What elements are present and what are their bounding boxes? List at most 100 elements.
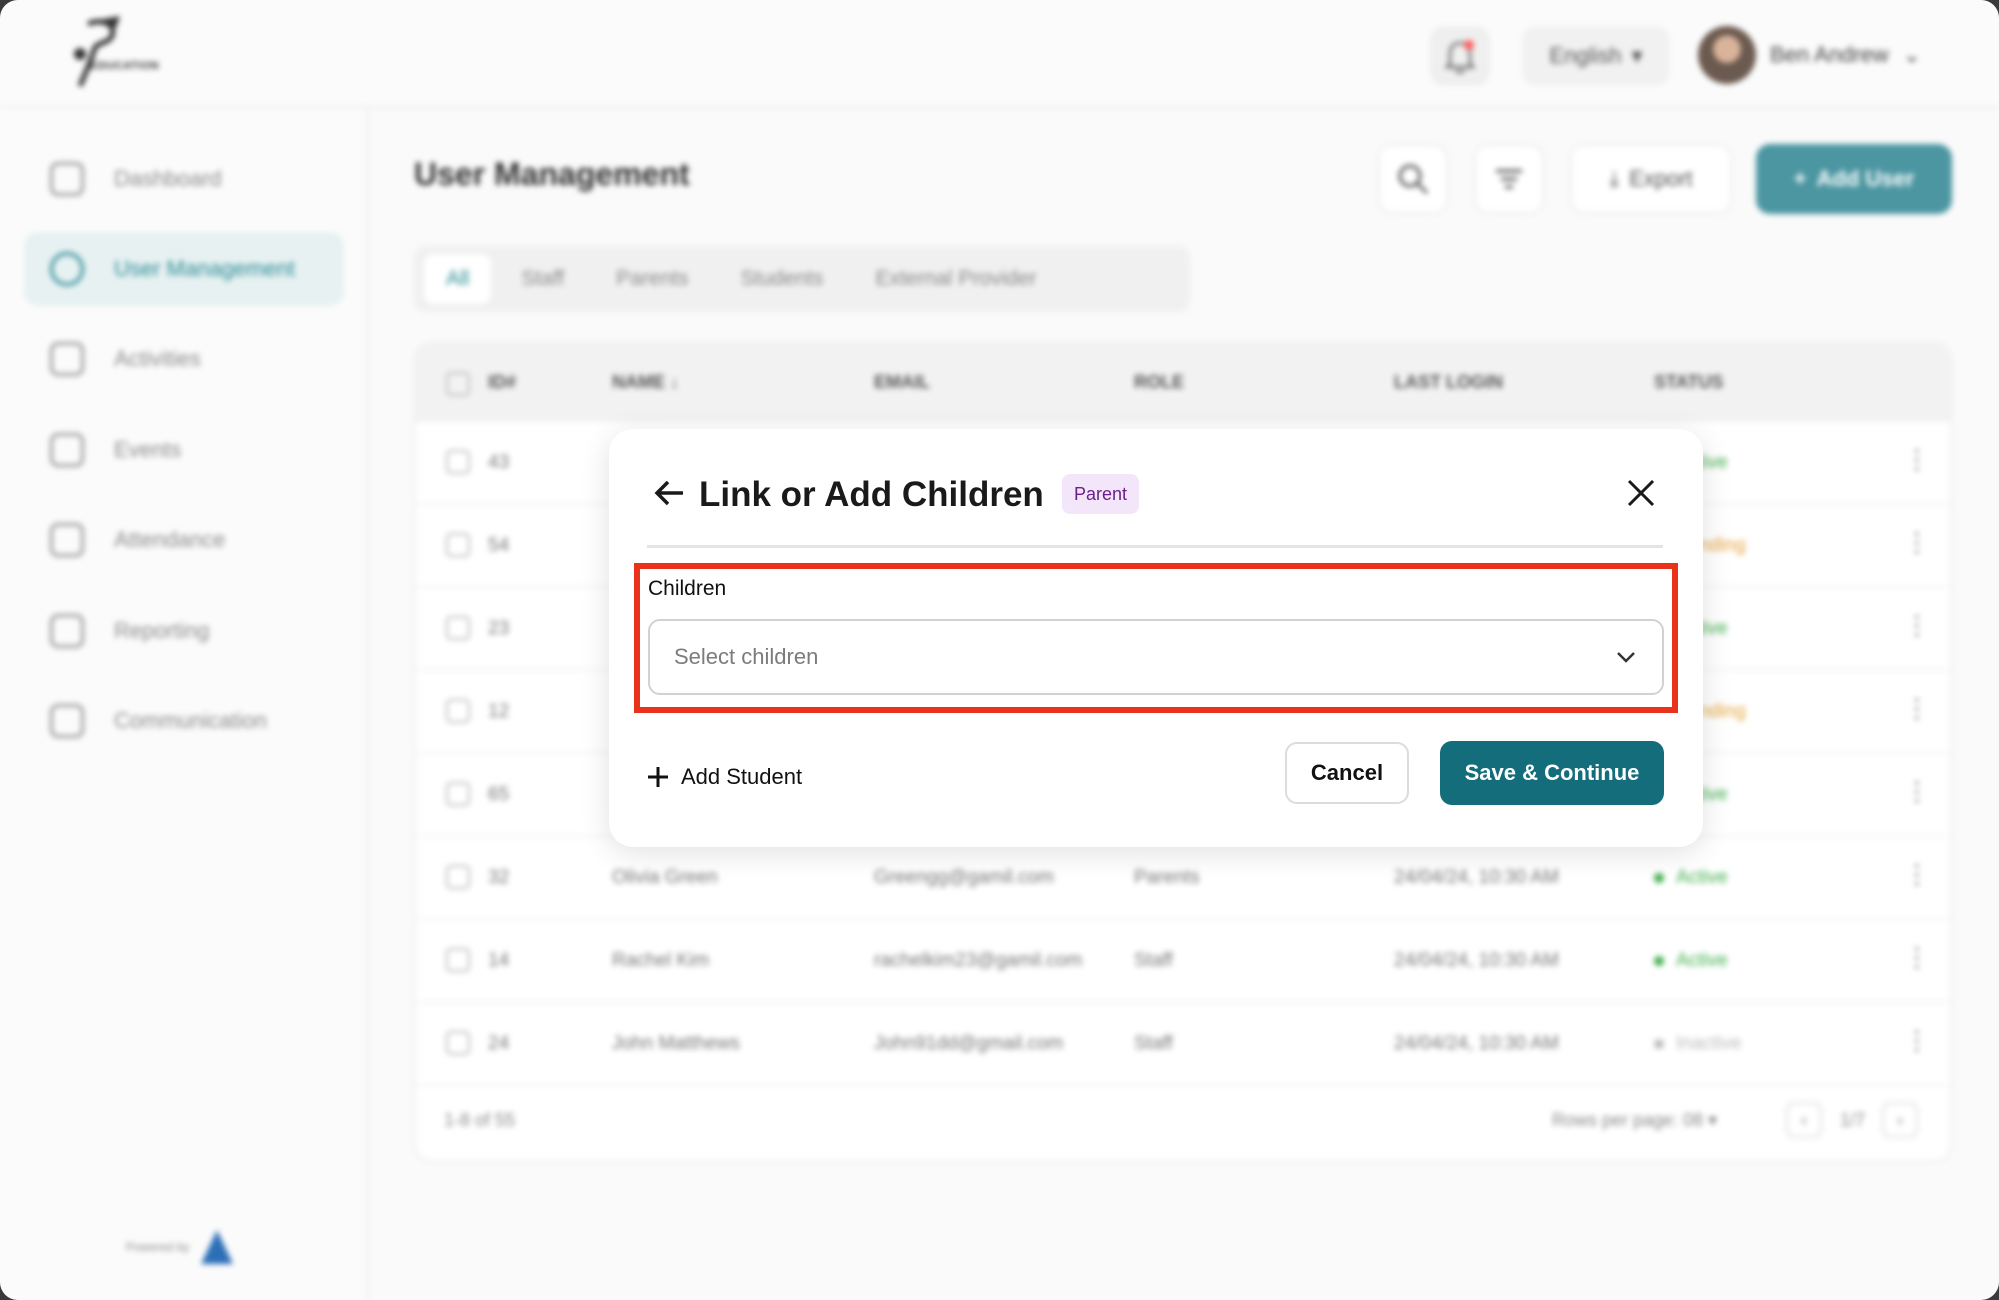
cell-id: 14 — [488, 950, 510, 971]
role-badge: Parent — [1062, 474, 1140, 514]
row-checkbox[interactable] — [446, 1031, 470, 1055]
export-label: Export — [1629, 166, 1693, 191]
sidebar-item-label: Events — [114, 437, 182, 462]
row-actions-icon[interactable]: ⋮ — [1904, 1025, 1930, 1056]
add-user-label: Add User — [1816, 166, 1915, 191]
search-button[interactable] — [1378, 144, 1448, 214]
row-actions-icon[interactable]: ⋮ — [1904, 693, 1930, 724]
column-header-status: STATUS — [1654, 372, 1724, 392]
bar-chart-icon — [50, 614, 84, 648]
rows-per-page-select[interactable]: Rows per page: 08 ▾ — [1552, 1110, 1717, 1131]
role-tabs: All Staff Parents Students External Prov… — [414, 246, 1190, 312]
sidebar-item-user-management[interactable]: User Management — [24, 232, 344, 306]
column-header-name[interactable]: NAME ↓ — [612, 372, 679, 393]
sidebar-item-label: Activities — [114, 346, 201, 371]
cancel-button[interactable]: Cancel — [1285, 742, 1409, 804]
user-menu[interactable]: Ben Andrew ⌄ — [1698, 24, 1921, 86]
cell-name: Olivia Green — [612, 867, 718, 888]
row-checkbox[interactable] — [446, 616, 470, 640]
sidebar-item-reporting[interactable]: Reporting — [24, 594, 344, 668]
sidebar-item-dashboard[interactable]: Dashboard — [24, 142, 344, 216]
add-student-button[interactable]: Add Student — [647, 757, 802, 797]
cell-last-login: 24/04/24, 10:30 AM — [1394, 1033, 1559, 1054]
powered-by-label: Powered by — [126, 1240, 190, 1254]
status-label: Inactive — [1676, 1033, 1742, 1054]
row-actions-icon[interactable]: ⋮ — [1904, 859, 1930, 890]
row-checkbox[interactable] — [446, 533, 470, 557]
cell-email: Greengg@gamil.com — [874, 867, 1054, 888]
status-label: Active — [1676, 867, 1728, 888]
sidebar-item-communication[interactable]: Communication — [24, 684, 344, 758]
logo-icon — [74, 16, 120, 87]
row-actions-icon[interactable]: ⋮ — [1904, 444, 1930, 475]
app-window: EDUCATION English ▾ Ben Andrew ⌄ Dashboa… — [0, 0, 1999, 1300]
sidebar-item-label: Reporting — [114, 618, 210, 643]
pagination-range: 1-8 of 55 — [444, 1110, 516, 1130]
row-checkbox[interactable] — [446, 948, 470, 972]
sidebar-item-events[interactable]: Events — [24, 413, 344, 487]
table-footer: 1-8 of 55 Rows per page: 08 ▾ ‹ 1/7 › — [416, 1084, 1950, 1160]
tab-parents[interactable]: Parents — [594, 254, 710, 304]
status-dot-icon — [1654, 1039, 1664, 1049]
children-field-label: Children — [648, 577, 727, 600]
sidebar-item-label: User Management — [114, 256, 295, 281]
chevron-left-icon: ‹ — [1801, 1109, 1807, 1130]
row-actions-icon[interactable]: ⋮ — [1904, 610, 1930, 641]
column-header-id: ID# — [488, 372, 517, 392]
table-row[interactable]: 24 John Matthews John91dd@gmail.com Staff 24… — [416, 1003, 1950, 1086]
tab-students[interactable]: Students — [719, 254, 846, 304]
prev-page-button[interactable]: ‹ — [1786, 1102, 1822, 1138]
notifications-button[interactable] — [1430, 26, 1490, 86]
grid-icon — [50, 162, 84, 196]
row-actions-icon[interactable]: ⋮ — [1904, 776, 1930, 807]
logo-text: EDUCATION — [90, 60, 160, 72]
row-checkbox[interactable] — [446, 782, 470, 806]
tab-all[interactable]: All — [424, 254, 492, 304]
save-continue-button[interactable]: Save & Continue — [1440, 741, 1664, 805]
notification-badge — [1464, 40, 1474, 50]
search-icon — [1398, 164, 1429, 195]
caret-down-icon: ▾ — [1631, 43, 1643, 68]
filter-button[interactable] — [1474, 144, 1544, 214]
row-actions-icon[interactable]: ⋮ — [1904, 942, 1930, 973]
sidebar-item-label: Communication — [114, 708, 267, 733]
sidebar-item-attendance[interactable]: Attendance — [24, 503, 344, 577]
cell-id: 54 — [488, 535, 510, 556]
download-icon: ⤓ — [1609, 166, 1620, 191]
bell-icon — [1443, 41, 1477, 74]
chevron-down-icon — [1617, 652, 1635, 663]
row-checkbox[interactable] — [446, 865, 470, 889]
sidebar-item-activities[interactable]: Activities — [24, 322, 344, 396]
cell-id: 65 — [488, 784, 510, 805]
cell-last-login: 24/04/24, 10:30 AM — [1394, 950, 1559, 971]
row-checkbox[interactable] — [446, 699, 470, 723]
children-select-placeholder: Select children — [674, 644, 819, 669]
page-title: User Management — [414, 156, 690, 192]
export-button[interactable]: ⤓ Export — [1570, 144, 1732, 214]
table-header: ID# NAME ↓ EMAIL ROLE LAST LOGIN STATUS — [416, 344, 1950, 422]
next-page-button[interactable]: › — [1882, 1102, 1918, 1138]
user-name: Ben Andrew — [1770, 42, 1889, 67]
row-actions-icon[interactable]: ⋮ — [1904, 527, 1930, 558]
table-row[interactable]: 32 Olivia Green Greengg@gamil.com Parents 24… — [416, 837, 1950, 920]
page-indicator: 1/7 — [1840, 1110, 1866, 1130]
children-select[interactable]: Select children — [648, 619, 1664, 695]
tab-staff[interactable]: Staff — [499, 254, 586, 304]
cell-id: 32 — [488, 867, 510, 888]
brand-mark-icon — [201, 1230, 234, 1264]
cell-name: John Matthews — [612, 1033, 740, 1054]
status-badge: Inactive — [1654, 1033, 1741, 1055]
status-label: Active — [1676, 950, 1728, 971]
back-arrow-icon[interactable] — [651, 475, 687, 511]
users-icon — [50, 252, 84, 286]
add-user-button[interactable]: + Add User — [1756, 144, 1952, 214]
table-row[interactable]: 14 Rachel Kim rachelkim23@gamil.com Staff 24… — [416, 920, 1950, 1003]
language-select[interactable]: English ▾ — [1522, 26, 1670, 86]
tab-external-provider[interactable]: External Provider — [853, 254, 1058, 304]
column-header-role: ROLE — [1134, 372, 1185, 392]
status-dot-icon — [1654, 873, 1664, 883]
row-checkbox[interactable] — [446, 450, 470, 474]
cell-role: Parents — [1134, 867, 1200, 888]
select-all-checkbox[interactable] — [446, 372, 470, 396]
close-icon[interactable] — [1625, 477, 1657, 509]
